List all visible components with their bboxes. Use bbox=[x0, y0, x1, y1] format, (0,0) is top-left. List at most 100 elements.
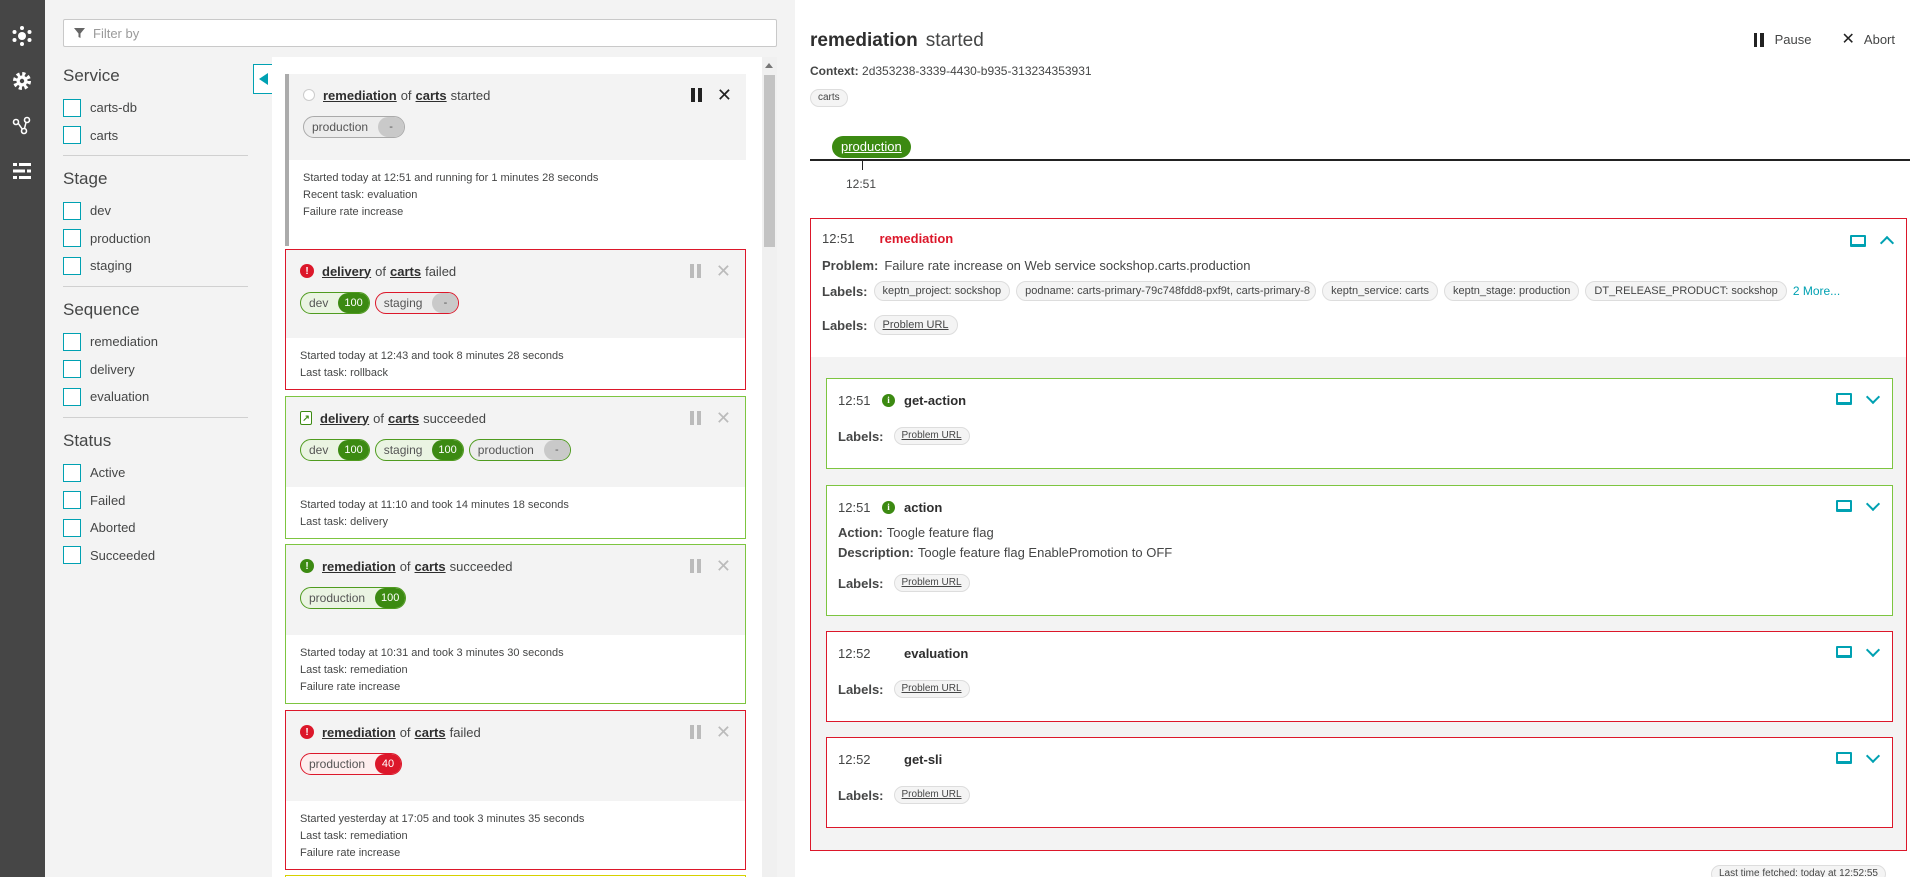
timeline bbox=[810, 159, 1910, 161]
checkbox[interactable] bbox=[63, 360, 81, 379]
service-name-link[interactable]: carts bbox=[415, 559, 446, 574]
filter-option[interactable]: staging bbox=[63, 252, 248, 280]
stage-badge[interactable]: production 100 bbox=[300, 587, 407, 609]
error-icon: ! bbox=[300, 264, 314, 278]
sequence-name-link[interactable]: delivery bbox=[322, 264, 371, 279]
sequence-list: remediation of carts started ✕ productio… bbox=[272, 57, 762, 877]
filter-option[interactable]: carts-db bbox=[63, 94, 248, 122]
checkbox[interactable] bbox=[63, 332, 81, 351]
sequence-name-link[interactable]: remediation bbox=[323, 88, 397, 103]
abort-button[interactable]: ✕ Abort bbox=[1842, 31, 1895, 47]
stage-badge[interactable]: dev 100 bbox=[300, 439, 370, 461]
filter-group-sequence: Sequence remediation delivery evaluation bbox=[63, 300, 248, 418]
checkbox[interactable] bbox=[63, 491, 81, 510]
filter-option[interactable]: carts bbox=[63, 122, 248, 150]
triangle-left-icon bbox=[258, 73, 268, 85]
checkbox[interactable] bbox=[63, 229, 81, 248]
problem-url-link[interactable]: Problem URL bbox=[873, 315, 958, 335]
filter-option[interactable]: Succeeded bbox=[63, 542, 248, 570]
sequences-icon[interactable] bbox=[10, 159, 34, 183]
checkbox[interactable] bbox=[63, 126, 81, 145]
problem-url-link[interactable]: Problem URL bbox=[893, 427, 970, 445]
sequence-card[interactable]: ! remediation of carts succeeded ✕ produ… bbox=[285, 544, 746, 704]
pause-icon[interactable] bbox=[690, 88, 703, 102]
monitor-icon[interactable] bbox=[1836, 500, 1852, 512]
sequence-card[interactable]: ! remediation of carts failed ✕ producti… bbox=[285, 710, 746, 870]
sequence-name-link[interactable]: remediation bbox=[322, 725, 396, 740]
scroll-thumb[interactable] bbox=[764, 75, 775, 247]
filter-field[interactable] bbox=[63, 19, 777, 47]
sequence-status: succeeded bbox=[423, 410, 486, 426]
stage-badge[interactable]: production 40 bbox=[300, 753, 403, 775]
divider bbox=[63, 285, 248, 287]
sequence-card[interactable]: remediation of carts started ✕ productio… bbox=[285, 74, 746, 246]
checkbox[interactable] bbox=[63, 463, 81, 482]
stage-badge[interactable]: dev 100 bbox=[300, 292, 370, 314]
problem-url-link[interactable]: Problem URL bbox=[893, 786, 970, 804]
sequence-card[interactable]: ↗ delivery of carts succeeded ✕ dev 100 s… bbox=[285, 396, 746, 539]
list-scrollbar[interactable] bbox=[762, 57, 777, 877]
service-name-link[interactable]: carts bbox=[388, 411, 419, 426]
filter-option[interactable]: Aborted bbox=[63, 514, 248, 542]
pause-icon bbox=[689, 411, 702, 425]
label-tag: keptn_stage: production bbox=[1443, 281, 1580, 301]
subtask-get-sli: 12:52 get-sli Labels: Problem URL bbox=[826, 737, 1893, 828]
abort-icon: ✕ bbox=[715, 261, 731, 281]
more-labels-link[interactable]: 2 More... bbox=[1793, 284, 1840, 298]
stage-badge[interactable]: staging - bbox=[374, 292, 460, 314]
pause-button[interactable]: Pause bbox=[1753, 32, 1812, 47]
checkbox[interactable] bbox=[63, 518, 81, 537]
stage-badge[interactable]: staging 100 bbox=[374, 439, 464, 461]
checkbox[interactable] bbox=[63, 201, 81, 220]
pause-icon bbox=[689, 559, 702, 573]
scroll-up-icon[interactable] bbox=[765, 63, 773, 68]
filter-group-title: Sequence bbox=[63, 300, 140, 319]
monitor-icon[interactable] bbox=[1836, 393, 1852, 405]
monitor-icon[interactable] bbox=[1836, 752, 1852, 764]
task-name: remediation bbox=[879, 231, 954, 246]
sequence-name-link[interactable]: remediation bbox=[322, 559, 396, 574]
divider bbox=[63, 416, 248, 418]
context-id: Context: 2d353238-3339-4430-b935-3132343… bbox=[810, 64, 1092, 78]
filter-option[interactable]: evaluation bbox=[63, 383, 248, 411]
last-fetched-badge: Last time fetched: today at 12:52:55 bbox=[1711, 865, 1886, 877]
monitor-icon[interactable] bbox=[1836, 646, 1852, 658]
problem-url-link[interactable]: Problem URL bbox=[893, 574, 970, 592]
checkbox[interactable] bbox=[63, 546, 81, 565]
filter-option[interactable]: remediation bbox=[63, 328, 248, 356]
label-tag: DT_RELEASE_PRODUCT: sockshop bbox=[1585, 281, 1787, 301]
abort-icon[interactable]: ✕ bbox=[717, 86, 732, 104]
monitor-icon[interactable] bbox=[1850, 234, 1866, 247]
checkbox[interactable] bbox=[63, 387, 81, 406]
service-tag: carts bbox=[810, 89, 848, 107]
filter-input[interactable] bbox=[93, 25, 733, 41]
timeline-stage-production[interactable]: production bbox=[832, 136, 911, 158]
service-name-link[interactable]: carts bbox=[415, 725, 446, 740]
filter-option[interactable]: dev bbox=[63, 197, 248, 225]
collapse-filter-button[interactable] bbox=[253, 64, 273, 94]
service-name-link[interactable]: carts bbox=[416, 88, 447, 103]
filter-group-stage: Stage dev production staging bbox=[63, 169, 248, 287]
stage-badge[interactable]: production - bbox=[468, 439, 571, 461]
services-icon[interactable] bbox=[10, 114, 34, 138]
filter-option[interactable]: Failed bbox=[63, 487, 248, 515]
checkbox[interactable] bbox=[63, 98, 81, 117]
abort-icon: ✕ bbox=[715, 408, 731, 428]
checkbox[interactable] bbox=[63, 256, 81, 275]
sequence-card[interactable]: ! delivery of carts failed ✕ dev 100 stag… bbox=[285, 249, 746, 390]
sequence-name-link[interactable]: delivery bbox=[320, 411, 369, 426]
chevron-up-icon[interactable] bbox=[1879, 235, 1895, 251]
sequence-status: succeeded bbox=[449, 558, 513, 574]
info-icon: i bbox=[882, 393, 895, 407]
gear-icon[interactable] bbox=[10, 69, 34, 93]
problem-url-link[interactable]: Problem URL bbox=[893, 680, 970, 698]
stage-badge[interactable]: production - bbox=[303, 116, 406, 138]
abort-icon: ✕ bbox=[715, 722, 731, 742]
filter-option[interactable]: production bbox=[63, 225, 248, 253]
filter-group-status: Status Active Failed Aborted Succeeded bbox=[63, 431, 248, 569]
filter-option[interactable]: delivery bbox=[63, 356, 248, 384]
abort-icon: ✕ bbox=[715, 556, 731, 576]
keptn-logo-icon[interactable] bbox=[10, 24, 34, 48]
service-name-link[interactable]: carts bbox=[390, 264, 421, 279]
filter-option[interactable]: Active bbox=[63, 459, 248, 487]
